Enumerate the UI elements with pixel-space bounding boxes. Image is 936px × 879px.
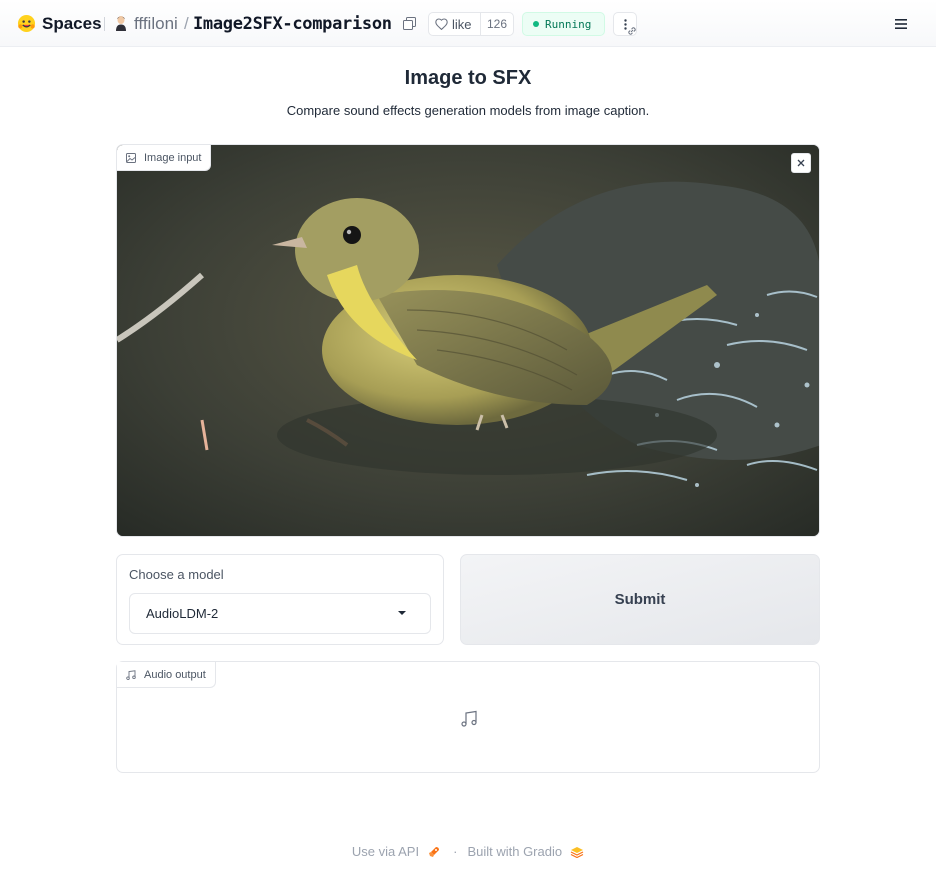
built-with-gradio-link[interactable]: Built with Gradio [467, 844, 584, 859]
close-icon [797, 159, 805, 167]
model-select-block: Choose a model AudioLDM-2 [116, 554, 444, 645]
use-via-api-label: Use via API [351, 844, 420, 859]
like-label: like [452, 16, 472, 32]
image-input-block[interactable]: Image input [116, 144, 820, 537]
image-icon [126, 152, 136, 163]
spaces-link[interactable]: Spaces [42, 14, 102, 34]
path-separator: / [184, 14, 189, 33]
use-via-api-link[interactable]: Use via API [352, 844, 441, 859]
copy-icon[interactable] [403, 17, 416, 30]
status-text: Running [545, 17, 592, 31]
status-badge[interactable]: Running [522, 12, 605, 36]
page-subtitle: Compare sound effects generation models … [286, 103, 650, 118]
audio-output-label-tab: Audio output [117, 662, 216, 688]
footer: Use via API · Built with Gradio [0, 844, 936, 859]
music-note-icon [461, 710, 477, 727]
link-icon[interactable] [626, 25, 638, 37]
uploaded-bird-image [117, 145, 819, 536]
repo-name-link[interactable]: Image2SFX-comparison [193, 14, 392, 34]
model-dropdown-value[interactable]: AudioLDM-2 [146, 606, 218, 622]
menu-icon[interactable] [892, 16, 910, 32]
gradio-logo-icon [570, 846, 584, 858]
page-title: Image to SFX [404, 67, 532, 89]
heart-icon [435, 18, 448, 30]
rocket-icon [429, 846, 440, 857]
audio-output-block: Audio output [116, 661, 820, 773]
image-input-label-tab: Image input [117, 145, 212, 171]
music-note-icon [126, 669, 136, 680]
footer-separator: · [453, 844, 458, 859]
like-count[interactable]: 126 [481, 17, 507, 31]
status-dot [533, 21, 539, 27]
top-navbar: Spaces fffiloni / Image2SFX-comparison l… [0, 0, 936, 47]
caret-down-icon[interactable] [398, 611, 406, 615]
audio-output-label: Audio output [144, 668, 206, 681]
submit-button[interactable]: Submit [460, 554, 820, 645]
hf-logo-icon[interactable] [17, 14, 36, 33]
like-toggle[interactable]: like [429, 13, 481, 35]
model-dropdown[interactable]: AudioLDM-2 [129, 593, 431, 634]
built-with-gradio-label: Built with Gradio [467, 844, 563, 859]
divider [104, 17, 105, 31]
clear-image-button[interactable] [791, 153, 811, 173]
like-button[interactable]: like 126 [428, 12, 514, 36]
owner-avatar[interactable] [114, 15, 128, 31]
image-input-label: Image input [144, 151, 202, 164]
model-select-label: Choose a model [129, 567, 224, 582]
owner-link[interactable]: fffiloni [134, 14, 178, 34]
